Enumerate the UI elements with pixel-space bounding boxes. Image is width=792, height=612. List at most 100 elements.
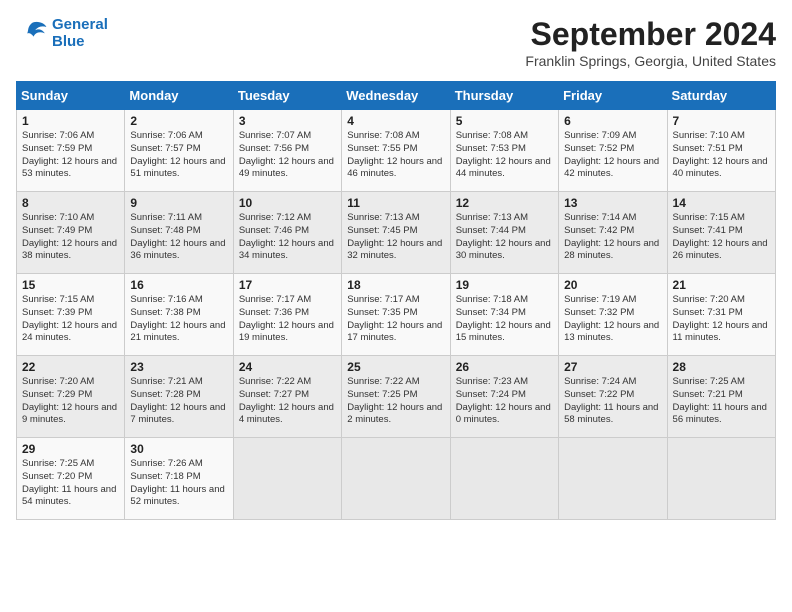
day-number: 24: [239, 360, 336, 374]
day-number: 27: [564, 360, 661, 374]
table-row: 18Sunrise: 7:17 AMSunset: 7:35 PMDayligh…: [342, 274, 450, 356]
table-row: 10 Sunrise: 7:12 AMSunset: 7:46 PMDayligh…: [233, 192, 341, 274]
table-row: 6 Sunrise: 7:09 AMSunset: 7:52 PMDaylight…: [559, 110, 667, 192]
title-area: September 2024 Franklin Springs, Georgia…: [525, 16, 776, 69]
cell-info: Sunrise: 7:23 AMSunset: 7:24 PMDaylight:…: [456, 376, 551, 425]
header-tuesday: Tuesday: [233, 82, 341, 110]
cell-info: Sunrise: 7:13 AMSunset: 7:44 PMDaylight:…: [456, 212, 551, 261]
month-title: September 2024: [525, 16, 776, 53]
day-number: 18: [347, 278, 444, 292]
table-row: 5Sunrise: 7:08 AMSunset: 7:53 PMDaylight…: [450, 110, 558, 192]
table-row: 8 Sunrise: 7:10 AMSunset: 7:49 PMDaylight…: [17, 192, 125, 274]
day-number: 20: [564, 278, 661, 292]
table-row: 7 Sunrise: 7:10 AMSunset: 7:51 PMDaylight…: [667, 110, 775, 192]
table-row: 23 Sunrise: 7:21 AMSunset: 7:28 PMDayligh…: [125, 356, 233, 438]
table-row: 11 Sunrise: 7:13 AMSunset: 7:45 PMDayligh…: [342, 192, 450, 274]
day-number: 1: [22, 114, 119, 128]
cell-info: Sunrise: 7:10 AMSunset: 7:49 PMDaylight:…: [22, 212, 117, 261]
logo-text: General Blue: [52, 16, 108, 50]
day-number: 11: [347, 196, 444, 210]
day-number: 22: [22, 360, 119, 374]
table-row: 20 Sunrise: 7:19 AMSunset: 7:32 PMDayligh…: [559, 274, 667, 356]
cell-info: Sunrise: 7:16 AMSunset: 7:38 PMDaylight:…: [130, 294, 225, 343]
day-number: 16: [130, 278, 227, 292]
header-wednesday: Wednesday: [342, 82, 450, 110]
table-row: 29Sunrise: 7:25 AMSunset: 7:20 PMDayligh…: [17, 438, 125, 520]
cell-info: Sunrise: 7:15 AMSunset: 7:41 PMDaylight:…: [673, 212, 768, 261]
day-number: 4: [347, 114, 444, 128]
cell-info: Sunrise: 7:17 AMSunset: 7:36 PMDaylight:…: [239, 294, 334, 343]
day-number: 21: [673, 278, 770, 292]
table-row: 4Sunrise: 7:08 AMSunset: 7:55 PMDaylight…: [342, 110, 450, 192]
day-number: 7: [673, 114, 770, 128]
cell-info: Sunrise: 7:19 AMSunset: 7:32 PMDaylight:…: [564, 294, 659, 343]
table-row: 3Sunrise: 7:07 AMSunset: 7:56 PMDaylight…: [233, 110, 341, 192]
calendar-table: Sunday Monday Tuesday Wednesday Thursday…: [16, 81, 776, 520]
day-number: 15: [22, 278, 119, 292]
table-row: [450, 438, 558, 520]
day-number: 2: [130, 114, 227, 128]
table-row: 25 Sunrise: 7:22 AMSunset: 7:25 PMDayligh…: [342, 356, 450, 438]
cell-info: Sunrise: 7:12 AMSunset: 7:46 PMDaylight:…: [239, 212, 334, 261]
header-monday: Monday: [125, 82, 233, 110]
day-number: 9: [130, 196, 227, 210]
day-number: 23: [130, 360, 227, 374]
page-header: General Blue September 2024 Franklin Spr…: [16, 16, 776, 69]
table-row: 1 Sunrise: 7:06 AMSunset: 7:59 PMDaylight…: [17, 110, 125, 192]
cell-info: Sunrise: 7:11 AMSunset: 7:48 PMDaylight:…: [130, 212, 225, 261]
cell-info: Sunrise: 7:18 AMSunset: 7:34 PMDaylight:…: [456, 294, 551, 343]
cell-info: Sunrise: 7:09 AMSunset: 7:52 PMDaylight:…: [564, 130, 659, 179]
header-saturday: Saturday: [667, 82, 775, 110]
table-row: 22 Sunrise: 7:20 AMSunset: 7:29 PMDayligh…: [17, 356, 125, 438]
header-sunday: Sunday: [17, 82, 125, 110]
cell-info: Sunrise: 7:25 AMSunset: 7:20 PMDaylight:…: [22, 458, 116, 507]
cell-info: Sunrise: 7:14 AMSunset: 7:42 PMDaylight:…: [564, 212, 659, 261]
cell-info: Sunrise: 7:21 AMSunset: 7:28 PMDaylight:…: [130, 376, 225, 425]
cell-info: Sunrise: 7:10 AMSunset: 7:51 PMDaylight:…: [673, 130, 768, 179]
day-number: 19: [456, 278, 553, 292]
table-row: 15 Sunrise: 7:15 AMSunset: 7:39 PMDayligh…: [17, 274, 125, 356]
cell-info: Sunrise: 7:06 AMSunset: 7:59 PMDaylight:…: [22, 130, 117, 179]
cell-info: Sunrise: 7:25 AMSunset: 7:21 PMDaylight:…: [673, 376, 767, 425]
location-subtitle: Franklin Springs, Georgia, United States: [525, 53, 776, 69]
cell-info: Sunrise: 7:20 AMSunset: 7:29 PMDaylight:…: [22, 376, 117, 425]
table-row: 2 Sunrise: 7:06 AMSunset: 7:57 PMDaylight…: [125, 110, 233, 192]
weekday-header-row: Sunday Monday Tuesday Wednesday Thursday…: [17, 82, 776, 110]
table-row: 21 Sunrise: 7:20 AMSunset: 7:31 PMDayligh…: [667, 274, 775, 356]
table-row: 9 Sunrise: 7:11 AMSunset: 7:48 PMDaylight…: [125, 192, 233, 274]
day-number: 3: [239, 114, 336, 128]
logo: General Blue: [16, 16, 108, 50]
day-number: 8: [22, 196, 119, 210]
day-number: 17: [239, 278, 336, 292]
table-row: [233, 438, 341, 520]
header-friday: Friday: [559, 82, 667, 110]
cell-info: Sunrise: 7:06 AMSunset: 7:57 PMDaylight:…: [130, 130, 225, 179]
table-row: 19 Sunrise: 7:18 AMSunset: 7:34 PMDayligh…: [450, 274, 558, 356]
table-row: [559, 438, 667, 520]
day-number: 6: [564, 114, 661, 128]
cell-info: Sunrise: 7:15 AMSunset: 7:39 PMDaylight:…: [22, 294, 117, 343]
header-thursday: Thursday: [450, 82, 558, 110]
cell-info: Sunrise: 7:22 AMSunset: 7:27 PMDaylight:…: [239, 376, 334, 425]
table-row: 28 Sunrise: 7:25 AMSunset: 7:21 PMDayligh…: [667, 356, 775, 438]
table-row: 24 Sunrise: 7:22 AMSunset: 7:27 PMDayligh…: [233, 356, 341, 438]
day-number: 30: [130, 442, 227, 456]
table-row: 27 Sunrise: 7:24 AMSunset: 7:22 PMDayligh…: [559, 356, 667, 438]
day-number: 25: [347, 360, 444, 374]
cell-info: Sunrise: 7:22 AMSunset: 7:25 PMDaylight:…: [347, 376, 442, 425]
table-row: [667, 438, 775, 520]
day-number: 12: [456, 196, 553, 210]
table-row: 13 Sunrise: 7:14 AMSunset: 7:42 PMDayligh…: [559, 192, 667, 274]
day-number: 10: [239, 196, 336, 210]
cell-info: Sunrise: 7:20 AMSunset: 7:31 PMDaylight:…: [673, 294, 768, 343]
table-row: [342, 438, 450, 520]
table-row: 16 Sunrise: 7:16 AMSunset: 7:38 PMDayligh…: [125, 274, 233, 356]
table-row: 26Sunrise: 7:23 AMSunset: 7:24 PMDayligh…: [450, 356, 558, 438]
cell-info: Sunrise: 7:24 AMSunset: 7:22 PMDaylight:…: [564, 376, 658, 425]
cell-info: Sunrise: 7:08 AMSunset: 7:53 PMDaylight:…: [456, 130, 551, 179]
day-number: 28: [673, 360, 770, 374]
table-row: 30Sunrise: 7:26 AMSunset: 7:18 PMDayligh…: [125, 438, 233, 520]
table-row: 12 Sunrise: 7:13 AMSunset: 7:44 PMDayligh…: [450, 192, 558, 274]
day-number: 13: [564, 196, 661, 210]
cell-info: Sunrise: 7:13 AMSunset: 7:45 PMDaylight:…: [347, 212, 442, 261]
